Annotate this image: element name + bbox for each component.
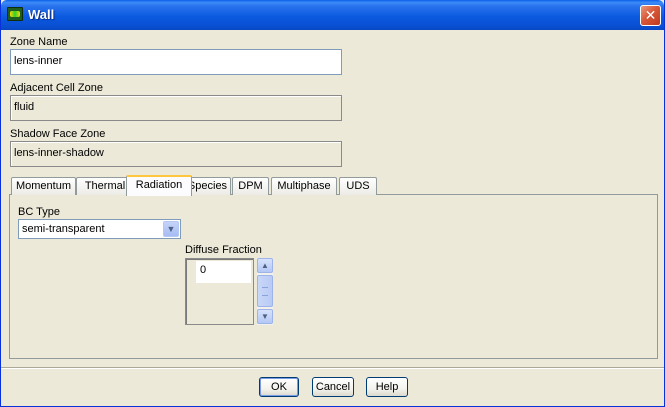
tab-uds[interactable]: UDS: [339, 177, 377, 195]
bc-type-value: semi-transparent: [22, 223, 105, 235]
adjacent-cell-zone-field: fluid: [10, 95, 342, 121]
tab-multiphase[interactable]: Multiphase: [271, 177, 337, 195]
diffuse-fraction-scrollbar[interactable]: ▲ ▼: [257, 258, 273, 325]
button-separator: [1, 367, 664, 369]
app-icon: [7, 7, 23, 21]
bc-type-dropdown[interactable]: semi-transparent ▼: [18, 219, 181, 239]
scroll-thumb[interactable]: [257, 275, 273, 307]
scroll-down-button[interactable]: ▼: [257, 309, 273, 324]
shadow-face-zone-field: lens-inner-shadow: [10, 141, 342, 167]
close-button[interactable]: ✕: [640, 5, 661, 26]
tab-momentum[interactable]: Momentum: [11, 177, 76, 195]
chevron-down-icon: ▼: [261, 312, 269, 321]
tab-dpm[interactable]: DPM: [232, 177, 269, 195]
scroll-up-button[interactable]: ▲: [257, 258, 273, 273]
tab-radiation[interactable]: Radiation: [126, 175, 192, 196]
adjacent-cell-zone-label: Adjacent Cell Zone: [10, 82, 103, 94]
help-button[interactable]: Help: [366, 377, 408, 397]
cancel-button[interactable]: Cancel: [312, 377, 354, 397]
zone-name-label: Zone Name: [10, 36, 68, 48]
ok-button[interactable]: OK: [259, 377, 299, 397]
bc-type-label: BC Type: [18, 206, 60, 218]
shadow-face-zone-label: Shadow Face Zone: [10, 128, 106, 140]
diffuse-fraction-label: Diffuse Fraction: [185, 244, 262, 256]
wall-dialog: Wall ✕ Zone Name lens-inner Adjacent Cel…: [0, 0, 665, 407]
diffuse-fraction-input[interactable]: 0: [196, 261, 251, 283]
chevron-up-icon: ▲: [261, 261, 269, 270]
title-bar[interactable]: Wall ✕: [1, 0, 664, 30]
chevron-down-icon[interactable]: ▼: [163, 221, 179, 237]
zone-name-input[interactable]: lens-inner: [10, 49, 342, 75]
window-title: Wall: [28, 7, 55, 22]
close-icon: ✕: [644, 7, 657, 23]
